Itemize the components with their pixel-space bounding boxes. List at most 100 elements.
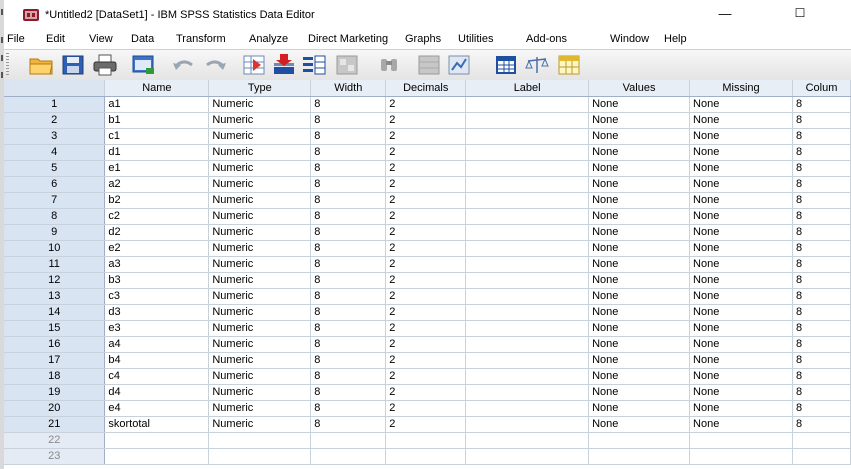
row-number[interactable]: 5 (4, 160, 106, 177)
row-number[interactable]: 13 (4, 288, 106, 305)
find-icon[interactable] (376, 53, 402, 77)
cell-width[interactable]: 8 (310, 256, 387, 273)
cell-missing[interactable]: None (689, 320, 793, 337)
cell-type[interactable]: Numeric (208, 160, 312, 177)
menu-file[interactable]: File (7, 33, 25, 45)
cell-columns[interactable]: 8 (792, 352, 851, 369)
cell-missing[interactable]: None (689, 304, 793, 321)
cell-columns[interactable]: 8 (792, 368, 851, 385)
cell-columns[interactable]: 8 (792, 320, 851, 337)
table-row[interactable]: 20 e4 Numeric 8 2 None None 8 (4, 400, 851, 417)
row-number[interactable]: 23 (4, 448, 106, 465)
cell-name[interactable]: c2 (104, 208, 210, 225)
cell-type[interactable]: Numeric (208, 384, 312, 401)
cell-missing[interactable]: None (689, 416, 793, 433)
cell-missing[interactable]: None (689, 272, 793, 289)
cell-decimals[interactable]: 2 (385, 256, 467, 273)
cell-type[interactable] (208, 432, 312, 449)
cell-label[interactable] (465, 192, 590, 209)
cell-decimals[interactable]: 2 (385, 160, 467, 177)
cell-columns[interactable]: 8 (792, 304, 851, 321)
cell-missing[interactable] (689, 448, 793, 465)
cell-decimals[interactable]: 2 (385, 352, 467, 369)
cell-missing[interactable]: None (689, 224, 793, 241)
cell-values[interactable]: None (588, 128, 691, 145)
cell-name[interactable]: b2 (104, 192, 210, 209)
cell-width[interactable]: 8 (310, 96, 387, 113)
cell-values[interactable]: None (588, 112, 691, 129)
col-header-missing[interactable]: Missing (689, 80, 793, 97)
col-header-decimals[interactable]: Decimals (385, 80, 467, 97)
table-row[interactable]: 9 d2 Numeric 8 2 None None 8 (4, 224, 851, 241)
row-number[interactable]: 6 (4, 176, 106, 193)
cell-missing[interactable]: None (689, 144, 793, 161)
cell-decimals[interactable]: 2 (385, 240, 467, 257)
cell-type[interactable]: Numeric (208, 336, 312, 353)
row-number[interactable]: 14 (4, 304, 106, 321)
cell-width[interactable]: 8 (310, 320, 387, 337)
grid-corner[interactable] (4, 80, 106, 97)
cell-columns[interactable]: 8 (792, 160, 851, 177)
col-header-name[interactable]: Name (104, 80, 210, 97)
menu-utilities[interactable]: Utilities (458, 33, 493, 45)
cell-decimals[interactable]: 2 (385, 400, 467, 417)
cell-values[interactable]: None (588, 352, 691, 369)
cell-label[interactable] (465, 352, 590, 369)
col-header-label[interactable]: Label (465, 80, 590, 97)
cell-columns[interactable]: 8 (792, 192, 851, 209)
cell-decimals[interactable]: 2 (385, 96, 467, 113)
cell-label[interactable] (465, 432, 590, 449)
split-file-icon[interactable] (493, 53, 519, 77)
cell-columns[interactable]: 8 (792, 112, 851, 129)
insert-variable-icon[interactable] (446, 53, 472, 77)
row-number[interactable]: 7 (4, 192, 106, 209)
cell-width[interactable]: 8 (310, 368, 387, 385)
table-row[interactable]: 15 e3 Numeric 8 2 None None 8 (4, 320, 851, 337)
cell-missing[interactable]: None (689, 208, 793, 225)
cell-columns[interactable]: 8 (792, 176, 851, 193)
cell-values[interactable]: None (588, 96, 691, 113)
col-header-columns[interactable]: Colum (792, 80, 851, 97)
cell-decimals[interactable]: 2 (385, 368, 467, 385)
cell-values[interactable]: None (588, 336, 691, 353)
cell-decimals[interactable]: 2 (385, 416, 467, 433)
cell-values[interactable]: None (588, 368, 691, 385)
cell-width[interactable]: 8 (310, 240, 387, 257)
cell-type[interactable]: Numeric (208, 256, 312, 273)
cell-name[interactable]: c1 (104, 128, 210, 145)
cell-type[interactable]: Numeric (208, 144, 312, 161)
cell-width[interactable]: 8 (310, 288, 387, 305)
table-row[interactable]: 3 c1 Numeric 8 2 None None 8 (4, 128, 851, 145)
cell-columns[interactable]: 8 (792, 208, 851, 225)
table-row[interactable]: 23 (4, 448, 851, 465)
table-row[interactable]: 12 b3 Numeric 8 2 None None 8 (4, 272, 851, 289)
cell-label[interactable] (465, 224, 590, 241)
cell-width[interactable] (310, 432, 387, 449)
cell-columns[interactable] (792, 448, 851, 465)
cell-decimals[interactable]: 2 (385, 288, 467, 305)
cell-decimals[interactable]: 2 (385, 224, 467, 241)
cell-width[interactable]: 8 (310, 416, 387, 433)
row-number[interactable]: 10 (4, 240, 106, 257)
cell-label[interactable] (465, 176, 590, 193)
row-number[interactable]: 22 (4, 432, 106, 449)
cell-type[interactable] (208, 448, 312, 465)
cell-values[interactable] (588, 448, 691, 465)
cell-columns[interactable]: 8 (792, 224, 851, 241)
cell-missing[interactable]: None (689, 160, 793, 177)
cell-name[interactable] (104, 432, 210, 449)
select-cases-icon[interactable] (556, 53, 582, 77)
cell-columns[interactable]: 8 (792, 416, 851, 433)
row-number[interactable]: 15 (4, 320, 106, 337)
menu-graphs[interactable]: Graphs (405, 33, 441, 45)
cell-columns[interactable]: 8 (792, 240, 851, 257)
cell-name[interactable]: a2 (104, 176, 210, 193)
minimize-button[interactable]: — (718, 6, 732, 22)
cell-name[interactable]: b4 (104, 352, 210, 369)
table-row[interactable]: 11 a3 Numeric 8 2 None None 8 (4, 256, 851, 273)
cell-values[interactable]: None (588, 240, 691, 257)
cell-values[interactable]: None (588, 320, 691, 337)
col-header-values[interactable]: Values (588, 80, 691, 97)
undo-icon[interactable] (170, 53, 196, 77)
cell-decimals[interactable]: 2 (385, 208, 467, 225)
